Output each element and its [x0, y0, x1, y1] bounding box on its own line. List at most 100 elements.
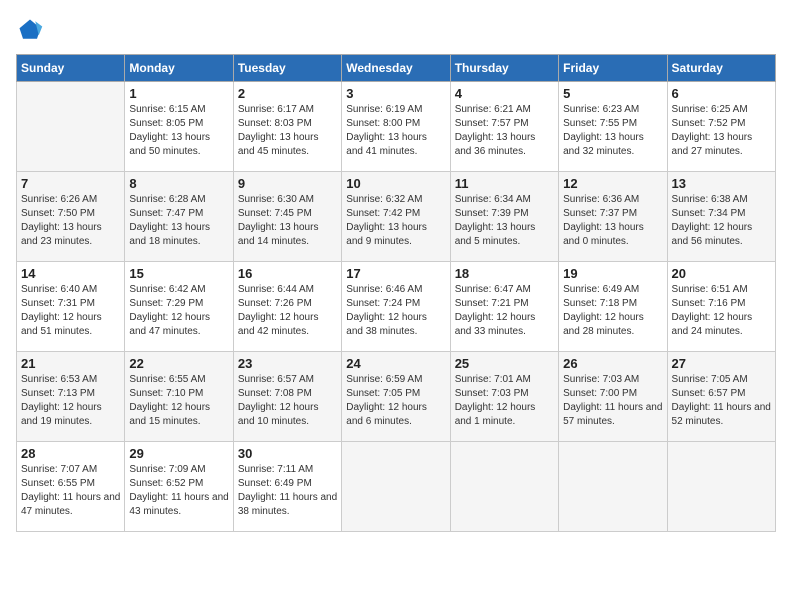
calendar-cell: 3 Sunrise: 6:19 AMSunset: 8:00 PMDaylight…: [342, 82, 450, 172]
day-header-wednesday: Wednesday: [342, 55, 450, 82]
day-info: Sunrise: 6:38 AMSunset: 7:34 PMDaylight:…: [672, 193, 771, 249]
day-info: Sunrise: 6:40 AMSunset: 7:31 PMDaylight:…: [21, 283, 120, 339]
day-info: Sunrise: 6:23 AMSunset: 7:55 PMDaylight:…: [563, 103, 662, 159]
day-number: 8: [129, 176, 228, 191]
day-number: 26: [563, 356, 662, 371]
day-info: Sunrise: 6:47 AMSunset: 7:21 PMDaylight:…: [455, 283, 554, 339]
calendar-cell: 29Sunrise: 7:09 AMSunset: 6:52 PMDayligh…: [125, 442, 233, 532]
day-number: 30: [238, 446, 337, 461]
calendar-cell: 25 Sunrise: 7:01 AMSunset: 7:03 PMDayligh…: [450, 352, 558, 442]
day-number: 20: [672, 266, 771, 281]
day-number: 1: [129, 86, 228, 101]
day-number: 22: [129, 356, 228, 371]
calendar-cell: 9Sunrise: 6:30 AMSunset: 7:45 PMDaylight…: [233, 172, 341, 262]
day-info: Sunrise: 6:57 AMSunset: 7:08 PMDaylight:…: [238, 373, 337, 429]
day-number: 21: [21, 356, 120, 371]
day-number: 24: [346, 356, 445, 371]
day-info: Sunrise: 6:19 AMSunset: 8:00 PMDaylight:…: [346, 103, 445, 159]
day-info: Sunrise: 6:25 AMSunset: 7:52 PMDaylight:…: [672, 103, 771, 159]
day-number: 2: [238, 86, 337, 101]
calendar-cell: 1Sunrise: 6:15 AMSunset: 8:05 PMDaylight…: [125, 82, 233, 172]
calendar-cell: 28 Sunrise: 7:07 AMSunset: 6:55 PMDayligh…: [17, 442, 125, 532]
calendar-week-row: 1Sunrise: 6:15 AMSunset: 8:05 PMDaylight…: [17, 82, 776, 172]
calendar-cell: 19 Sunrise: 6:49 AMSunset: 7:18 PMDayligh…: [559, 262, 667, 352]
calendar-cell: 6 Sunrise: 6:25 AMSunset: 7:52 PMDaylight…: [667, 82, 775, 172]
calendar-cell: 18 Sunrise: 6:47 AMSunset: 7:21 PMDayligh…: [450, 262, 558, 352]
calendar-cell: [17, 82, 125, 172]
calendar-cell: [667, 442, 775, 532]
day-info: Sunrise: 6:32 AMSunset: 7:42 PMDaylight:…: [346, 193, 445, 249]
day-number: 6: [672, 86, 771, 101]
day-info: Sunrise: 6:28 AMSunset: 7:47 PMDaylight:…: [129, 193, 228, 249]
day-number: 12: [563, 176, 662, 191]
calendar-cell: 11Sunrise: 6:34 AMSunset: 7:39 PMDayligh…: [450, 172, 558, 262]
day-info: Sunrise: 6:55 AMSunset: 7:10 PMDaylight:…: [129, 373, 228, 429]
calendar-cell: 5 Sunrise: 6:23 AMSunset: 7:55 PMDaylight…: [559, 82, 667, 172]
day-number: 17: [346, 266, 445, 281]
day-info: Sunrise: 6:46 AMSunset: 7:24 PMDaylight:…: [346, 283, 445, 339]
day-info: Sunrise: 6:51 AMSunset: 7:16 PMDaylight:…: [672, 283, 771, 339]
calendar-week-row: 14 Sunrise: 6:40 AMSunset: 7:31 PMDayligh…: [17, 262, 776, 352]
calendar-cell: [342, 442, 450, 532]
day-number: 11: [455, 176, 554, 191]
day-number: 4: [455, 86, 554, 101]
day-info: Sunrise: 6:36 AMSunset: 7:37 PMDaylight:…: [563, 193, 662, 249]
day-info: Sunrise: 7:05 AMSunset: 6:57 PMDaylight:…: [672, 373, 771, 429]
day-number: 23: [238, 356, 337, 371]
day-number: 14: [21, 266, 120, 281]
day-number: 16: [238, 266, 337, 281]
day-info: Sunrise: 7:09 AMSunset: 6:52 PMDaylight:…: [129, 463, 228, 519]
day-number: 5: [563, 86, 662, 101]
day-info: Sunrise: 6:59 AMSunset: 7:05 PMDaylight:…: [346, 373, 445, 429]
day-info: Sunrise: 7:03 AMSunset: 7:00 PMDaylight:…: [563, 373, 662, 429]
calendar-cell: [559, 442, 667, 532]
calendar-cell: 30Sunrise: 7:11 AMSunset: 6:49 PMDayligh…: [233, 442, 341, 532]
logo-icon: [16, 16, 44, 44]
day-number: 10: [346, 176, 445, 191]
calendar-cell: 27 Sunrise: 7:05 AMSunset: 6:57 PMDayligh…: [667, 352, 775, 442]
calendar-cell: 16 Sunrise: 6:44 AMSunset: 7:26 PMDayligh…: [233, 262, 341, 352]
day-info: Sunrise: 6:30 AMSunset: 7:45 PMDaylight:…: [238, 193, 337, 249]
day-info: Sunrise: 6:21 AMSunset: 7:57 PMDaylight:…: [455, 103, 554, 159]
day-info: Sunrise: 6:49 AMSunset: 7:18 PMDaylight:…: [563, 283, 662, 339]
calendar-cell: 24 Sunrise: 6:59 AMSunset: 7:05 PMDayligh…: [342, 352, 450, 442]
day-info: Sunrise: 6:53 AMSunset: 7:13 PMDaylight:…: [21, 373, 120, 429]
day-number: 18: [455, 266, 554, 281]
day-number: 28: [21, 446, 120, 461]
calendar-table: SundayMondayTuesdayWednesdayThursdayFrid…: [16, 54, 776, 532]
day-info: Sunrise: 7:01 AMSunset: 7:03 PMDaylight:…: [455, 373, 554, 429]
day-number: 19: [563, 266, 662, 281]
day-header-tuesday: Tuesday: [233, 55, 341, 82]
day-header-friday: Friday: [559, 55, 667, 82]
calendar-week-row: 28 Sunrise: 7:07 AMSunset: 6:55 PMDayligh…: [17, 442, 776, 532]
calendar-cell: 15 Sunrise: 6:42 AMSunset: 7:29 PMDayligh…: [125, 262, 233, 352]
calendar-cell: 4 Sunrise: 6:21 AMSunset: 7:57 PMDaylight…: [450, 82, 558, 172]
day-number: 25: [455, 356, 554, 371]
day-info: Sunrise: 6:17 AMSunset: 8:03 PMDaylight:…: [238, 103, 337, 159]
calendar-cell: [450, 442, 558, 532]
calendar-cell: 13Sunrise: 6:38 AMSunset: 7:34 PMDayligh…: [667, 172, 775, 262]
day-header-saturday: Saturday: [667, 55, 775, 82]
header: [16, 16, 776, 44]
day-number: 27: [672, 356, 771, 371]
day-number: 7: [21, 176, 120, 191]
day-info: Sunrise: 6:44 AMSunset: 7:26 PMDaylight:…: [238, 283, 337, 339]
calendar-cell: 8 Sunrise: 6:28 AMSunset: 7:47 PMDaylight…: [125, 172, 233, 262]
day-info: Sunrise: 7:07 AMSunset: 6:55 PMDaylight:…: [21, 463, 120, 519]
calendar-cell: 10 Sunrise: 6:32 AMSunset: 7:42 PMDayligh…: [342, 172, 450, 262]
day-number: 15: [129, 266, 228, 281]
calendar-cell: 14 Sunrise: 6:40 AMSunset: 7:31 PMDayligh…: [17, 262, 125, 352]
calendar-cell: 12 Sunrise: 6:36 AMSunset: 7:37 PMDayligh…: [559, 172, 667, 262]
calendar-cell: 2 Sunrise: 6:17 AMSunset: 8:03 PMDaylight…: [233, 82, 341, 172]
day-number: 3: [346, 86, 445, 101]
calendar-cell: 20 Sunrise: 6:51 AMSunset: 7:16 PMDayligh…: [667, 262, 775, 352]
day-header-thursday: Thursday: [450, 55, 558, 82]
calendar-cell: 22 Sunrise: 6:55 AMSunset: 7:10 PMDayligh…: [125, 352, 233, 442]
logo: [16, 16, 48, 44]
calendar-cell: 7 Sunrise: 6:26 AMSunset: 7:50 PMDaylight…: [17, 172, 125, 262]
calendar-cell: 17 Sunrise: 6:46 AMSunset: 7:24 PMDayligh…: [342, 262, 450, 352]
day-info: Sunrise: 6:42 AMSunset: 7:29 PMDaylight:…: [129, 283, 228, 339]
calendar-week-row: 7 Sunrise: 6:26 AMSunset: 7:50 PMDaylight…: [17, 172, 776, 262]
day-info: Sunrise: 6:26 AMSunset: 7:50 PMDaylight:…: [21, 193, 120, 249]
calendar-cell: 21 Sunrise: 6:53 AMSunset: 7:13 PMDayligh…: [17, 352, 125, 442]
